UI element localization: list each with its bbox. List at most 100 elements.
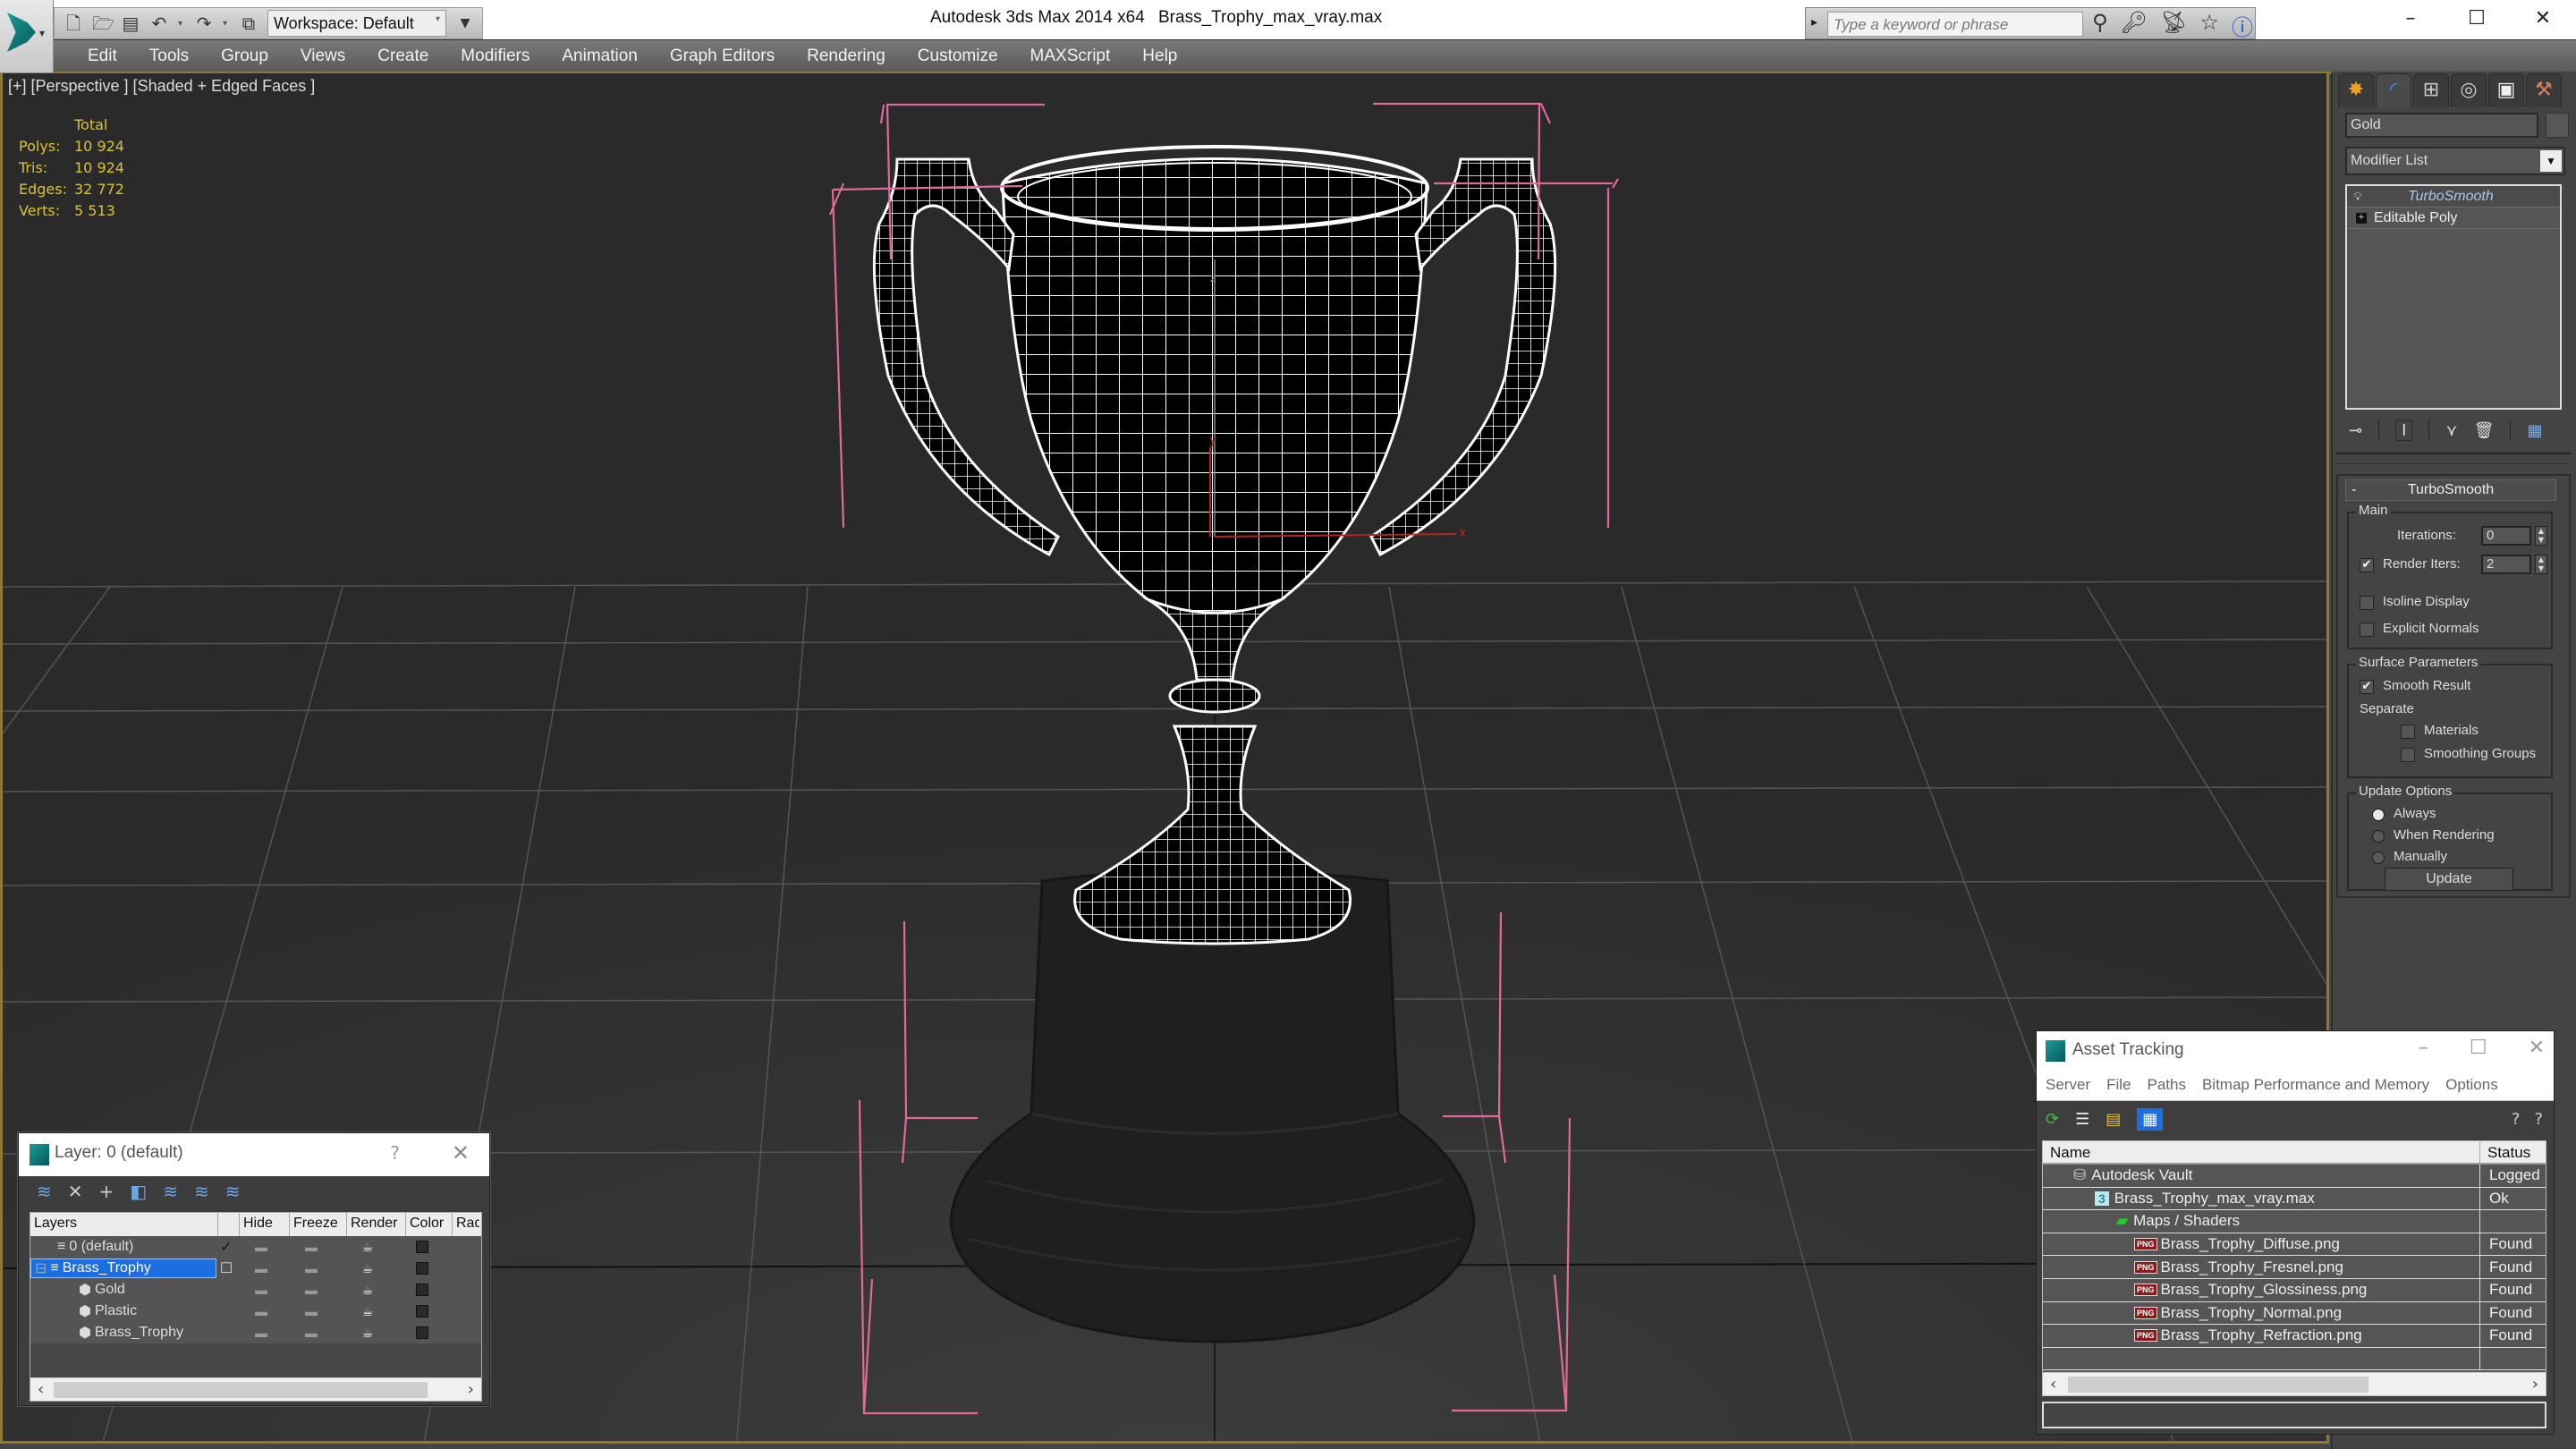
update-when-rendering-radio[interactable] — [2372, 830, 2385, 843]
menu-edit[interactable]: Edit — [72, 45, 133, 68]
object-row[interactable]: ⬢ Brass_Trophy ▬ ▬ ☕︎ — [30, 1322, 481, 1343]
scroll-right-icon[interactable]: › — [2532, 1375, 2538, 1394]
explicit-normals-checkbox[interactable] — [2360, 623, 2374, 637]
thumbnail-view-icon[interactable]: ▤ — [2106, 1110, 2121, 1129]
column-layers[interactable]: Layers — [30, 1213, 218, 1236]
materials-checkbox[interactable] — [2401, 724, 2415, 739]
menu-file[interactable]: File — [2106, 1076, 2131, 1094]
asset-row[interactable]: PNG Brass_Trophy_Normal.png Found — [2043, 1301, 2546, 1326]
vault-help-icon[interactable]: ? — [2512, 1110, 2521, 1129]
update-button[interactable]: Update — [2385, 868, 2513, 891]
expand-icon[interactable]: + — [2356, 212, 2367, 224]
help-button[interactable]: ? — [390, 1142, 400, 1164]
object-name-field[interactable]: Gold — [2345, 113, 2538, 138]
delete-layer-icon[interactable]: ✕ — [68, 1181, 83, 1202]
asset-row[interactable]: PNG Brass_Trophy_Glossiness.png Found — [2043, 1278, 2546, 1302]
freeze-toggle[interactable]: ▬ — [286, 1261, 336, 1275]
hide-toggle[interactable]: ▬ — [236, 1240, 286, 1254]
hide-toggle[interactable]: ▬ — [236, 1304, 286, 1318]
key-icon[interactable]: 🔑︎ — [2121, 10, 2148, 41]
menu-group[interactable]: Group — [205, 45, 284, 68]
star-icon[interactable]: ☆ — [2200, 10, 2220, 41]
render-iters-field[interactable]: 2 — [2481, 555, 2531, 574]
lightbulb-icon[interactable]: 💡︎ — [2347, 190, 2368, 204]
refresh-icon[interactable]: ⟳ — [2046, 1110, 2059, 1129]
make-unique-icon[interactable]: ⋎ — [2445, 421, 2457, 440]
smoothing-groups-checkbox[interactable] — [2401, 748, 2415, 762]
new-file-icon[interactable]: 🗋 — [64, 13, 83, 34]
menu-help[interactable]: Help — [1126, 45, 1193, 68]
tab-hierarchy[interactable]: ⊞ — [2413, 73, 2449, 107]
undo-icon[interactable]: ↶ — [149, 13, 169, 34]
application-menu-button[interactable]: ▾ — [0, 0, 54, 73]
asset-row[interactable]: PNG Brass_Trophy_Diffuse.png Found — [2043, 1233, 2546, 1257]
scroll-left-icon[interactable]: ‹ — [2050, 1375, 2056, 1394]
stack-item-editable-poly[interactable]: + Editable Poly — [2347, 208, 2560, 229]
create-layer-icon[interactable]: ≋ — [37, 1181, 52, 1202]
layer-color-swatch[interactable] — [399, 1262, 445, 1275]
horizontal-scrollbar[interactable]: ‹ › — [2043, 1372, 2546, 1395]
open-file-icon[interactable]: 🗁 — [92, 13, 114, 34]
pin-stack-icon[interactable]: ⊸ — [2349, 421, 2362, 440]
set-current-layer-icon[interactable]: ≋ — [194, 1181, 209, 1202]
dialog-title-bar[interactable]: Layer: 0 (default) ? ✕ — [19, 1133, 489, 1176]
rollout-header[interactable]: - TurboSmooth — [2345, 479, 2556, 501]
hide-toggle[interactable]: ▬ — [236, 1261, 286, 1275]
close-button[interactable]: ✕ — [2529, 1037, 2545, 1059]
select-layer-icon[interactable]: ≋ — [163, 1181, 178, 1202]
menu-rendering[interactable]: Rendering — [791, 45, 902, 68]
render-teapot-icon[interactable]: ☕︎ — [336, 1240, 399, 1255]
render-teapot-icon[interactable]: ☕︎ — [336, 1261, 399, 1276]
asset-row[interactable]: 3 Brass_Trophy_max_vray.max Ok — [2043, 1187, 2546, 1211]
asset-row[interactable]: PNG Brass_Trophy_Refraction.png Found — [2043, 1325, 2546, 1348]
dialog-title-bar[interactable]: Asset Tracking – ☐ ✕ — [2037, 1031, 2554, 1069]
close-button[interactable]: ✕ — [2510, 0, 2576, 39]
search-input[interactable]: Type a keyword or phrase — [1827, 12, 2083, 37]
render-iters-checkbox[interactable]: ✔ — [2360, 558, 2374, 572]
layer-color-swatch[interactable] — [399, 1241, 445, 1253]
iterations-spinner[interactable]: ▲ ▼ — [2535, 526, 2547, 546]
redo-icon[interactable]: ↷ — [194, 13, 214, 34]
remove-modifier-icon[interactable]: 🗑︎ — [2474, 421, 2495, 440]
render-teapot-icon[interactable]: ☕︎ — [336, 1326, 399, 1341]
redo-dropdown-icon[interactable]: ▾ — [223, 19, 230, 29]
customize-toolbar-icon[interactable]: ▼ — [455, 13, 475, 34]
save-icon[interactable]: ▤ — [121, 13, 140, 34]
tab-utilities[interactable]: ⚒ — [2526, 73, 2562, 107]
collapse-icon[interactable]: ⊟ — [35, 1259, 47, 1277]
render-teapot-icon[interactable]: ☕︎ — [336, 1304, 399, 1319]
column-current[interactable] — [218, 1213, 240, 1236]
column-name[interactable]: Name — [2043, 1141, 2480, 1163]
current-layer-check[interactable]: ✓ — [216, 1238, 236, 1256]
object-color-swatch[interactable] — [2546, 113, 2569, 138]
menu-create[interactable]: Create — [361, 45, 445, 68]
expand-icon[interactable]: ▸ — [1811, 15, 1818, 30]
hide-freeze-all-icon[interactable]: ≋ — [225, 1181, 241, 1202]
render-iters-spinner[interactable]: ▲ ▼ — [2535, 555, 2547, 574]
menu-animation[interactable]: Animation — [546, 45, 654, 68]
render-teapot-icon[interactable]: ☕︎ — [336, 1283, 399, 1298]
tab-display[interactable]: ▣ — [2488, 73, 2524, 107]
update-manually-radio[interactable] — [2372, 852, 2385, 864]
hide-toggle[interactable]: ▬ — [236, 1326, 286, 1340]
current-layer-check[interactable]: ☐ — [216, 1259, 236, 1277]
menu-graph-editors[interactable]: Graph Editors — [654, 45, 791, 68]
help-icon[interactable]: ? — [2534, 1110, 2543, 1129]
column-freeze[interactable]: Freeze — [290, 1213, 347, 1236]
stack-item-turbosmooth[interactable]: 💡︎ TurboSmooth — [2347, 186, 2560, 208]
freeze-toggle[interactable]: ▬ — [286, 1304, 336, 1318]
column-hide[interactable]: Hide — [240, 1213, 290, 1236]
binoculars-icon[interactable]: ⚲ — [2092, 10, 2108, 41]
freeze-toggle[interactable]: ▬ — [286, 1240, 336, 1254]
scroll-right-icon[interactable]: › — [468, 1380, 474, 1399]
undo-dropdown-icon[interactable]: ▾ — [178, 19, 185, 29]
column-status[interactable]: Status — [2480, 1141, 2538, 1163]
scrollbar-thumb[interactable] — [54, 1382, 428, 1398]
minimize-button[interactable]: – — [2419, 1037, 2428, 1059]
close-button[interactable]: ✕ — [452, 1140, 470, 1165]
asset-row[interactable]: ▰ Maps / Shaders — [2043, 1210, 2546, 1233]
smooth-result-checkbox[interactable]: ✔ — [2360, 680, 2374, 694]
menu-tools[interactable]: Tools — [133, 45, 205, 68]
menu-bitmap-performance[interactable]: Bitmap Performance and Memory — [2202, 1076, 2429, 1094]
minimize-button[interactable]: – — [2377, 0, 2444, 39]
